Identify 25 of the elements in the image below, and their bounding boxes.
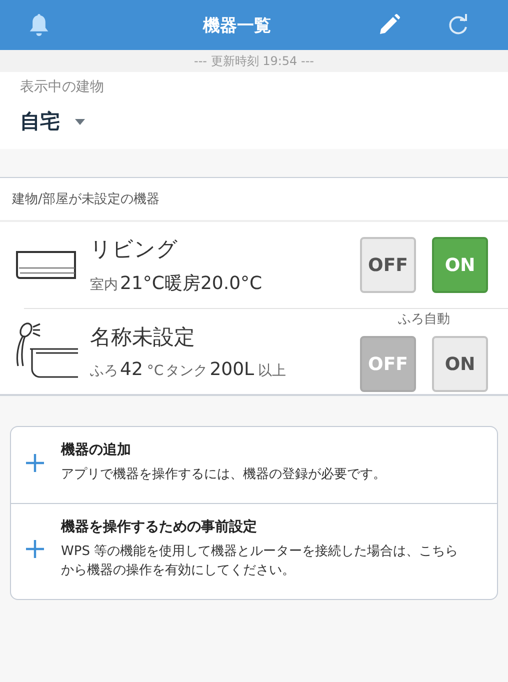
- caret-icon: [74, 118, 86, 126]
- action-item[interactable]: 機器の追加 アプリで機器を操作するには、機器の登録が必要です。: [11, 427, 497, 502]
- power-toggle-button[interactable]: ON: [432, 336, 488, 392]
- device-name: リビング: [90, 236, 179, 263]
- action-title: 機器の追加: [61, 441, 132, 459]
- screen-title: 機器一覧: [202, 14, 272, 36]
- control-label: ふろ自動: [398, 311, 450, 328]
- action-title: 機器を操作するための事前設定: [61, 518, 258, 536]
- action-description: アプリで機器を操作するには、機器の登録が必要です。: [61, 466, 386, 484]
- action-description: WPS 等の機能を使用して機器とルーターを接続した場合は、こちらから機器の操作を有効にしてください。: [61, 542, 460, 580]
- device-status: 室内 21°C暖房20.0°C: [90, 272, 264, 295]
- device-status: ふろ 42 °C タンク 200L 以上: [90, 358, 288, 380]
- building-label: 表示中の建物: [20, 78, 104, 96]
- power-toggle-button[interactable]: OFF: [360, 237, 416, 293]
- section-title: 建物/部屋が未設定の機器: [0, 178, 508, 222]
- plus-icon: [25, 452, 45, 473]
- action-item[interactable]: 機器を操作するための事前設定 WPS 等の機能を使用して機器とルーターを接続した場合は、こちらから機器の操作を有効にしてください。: [11, 502, 497, 598]
- update-time: --- 更新時刻 19:54 ---: [194, 52, 314, 70]
- device-name: 名称未設定: [90, 324, 196, 350]
- building-dropdown[interactable]: 自宅: [20, 108, 86, 135]
- bell-icon[interactable]: [28, 13, 50, 37]
- plus-icon: [25, 539, 45, 559]
- refresh-icon[interactable]: [446, 13, 470, 37]
- pencil-icon[interactable]: [377, 13, 401, 37]
- air-conditioner-icon: [14, 248, 78, 282]
